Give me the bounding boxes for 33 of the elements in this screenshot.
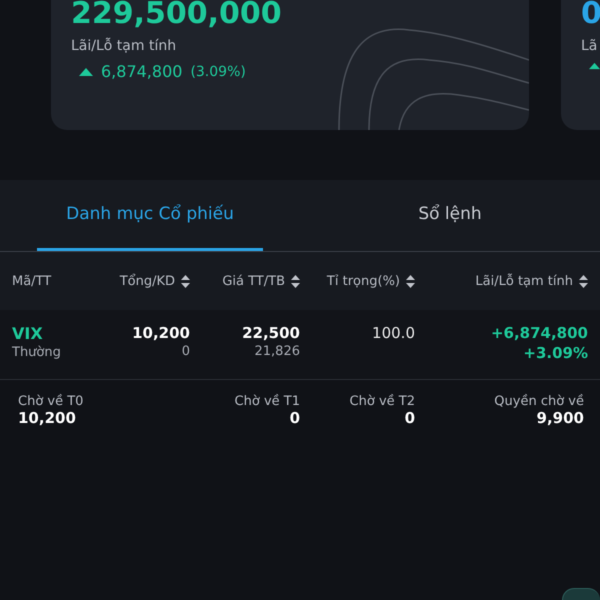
- pending-label: Chờ về T0: [18, 394, 84, 409]
- pending-value: 0: [290, 409, 300, 427]
- column-header: Mã/TT: [12, 274, 52, 288]
- card-label: Lã: [581, 38, 598, 54]
- pending-label: Quyền chờ về: [494, 394, 584, 409]
- floating-button[interactable]: [562, 588, 600, 600]
- market-price: 22,500: [242, 324, 300, 342]
- pending-label: Chờ về T2: [350, 394, 415, 409]
- change-value: 6,874,800: [101, 62, 182, 81]
- column-header: Giá TT/TB: [222, 274, 285, 288]
- weight-percent: 100.0: [372, 324, 415, 342]
- column-header: Tổng/KD: [120, 274, 175, 288]
- column-header: Lãi/Lỗ tạm tính: [475, 274, 573, 288]
- profit-percent: +3.09%: [523, 344, 588, 362]
- card-label: Lãi/Lỗ tạm tính: [71, 38, 178, 54]
- sort-icon[interactable]: [406, 274, 415, 288]
- sort-icon[interactable]: [579, 274, 588, 288]
- pending-label: Chờ về T1: [234, 394, 300, 409]
- pending-value: 9,900: [536, 409, 584, 427]
- column-header: Tỉ trọng(%): [326, 274, 400, 288]
- sort-icon[interactable]: [181, 274, 190, 288]
- profit-value: +6,874,800: [490, 324, 588, 342]
- stock-type: Thường: [12, 345, 61, 360]
- total-quantity: 10,200: [132, 324, 190, 342]
- total-value: 229,500,000: [71, 0, 283, 32]
- tab[interactable]: Sổ lệnh: [408, 180, 492, 251]
- average-price: 21,826: [254, 344, 300, 359]
- available-quantity: 0: [182, 344, 190, 359]
- pending-value: 10,200: [18, 409, 76, 427]
- pending-value: 0: [404, 409, 415, 427]
- change-percent: (3.09%): [190, 64, 246, 80]
- sort-icon[interactable]: [291, 274, 300, 288]
- stock-symbol[interactable]: VIX: [12, 324, 43, 343]
